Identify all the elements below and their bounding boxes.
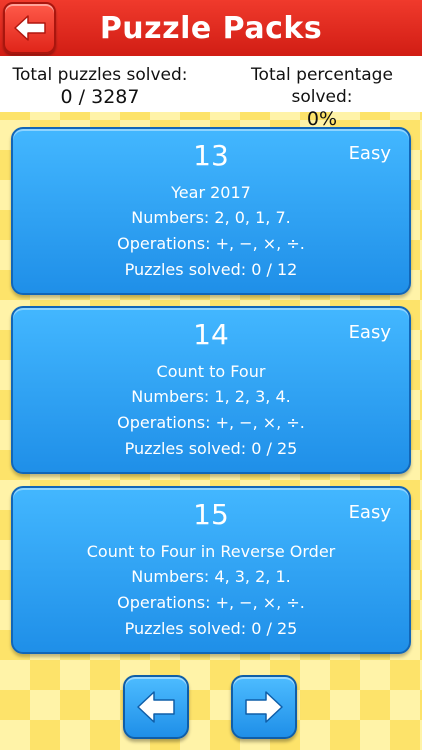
pack-difficulty: Easy: [348, 143, 391, 164]
pack-difficulty: Easy: [348, 502, 391, 523]
pack-card-14[interactable]: 14 Easy Count to Four Numbers: 1, 2, 3, …: [11, 306, 411, 474]
total-solved-value: 0 / 3287: [60, 86, 140, 108]
pack-numbers: Numbers: 2, 0, 1, 7.: [131, 208, 291, 227]
previous-page-button[interactable]: [123, 675, 189, 739]
pack-solved: Puzzles solved: 0 / 25: [124, 439, 298, 458]
total-solved-label: Total puzzles solved:: [12, 65, 188, 85]
back-button[interactable]: [3, 2, 56, 54]
pack-operations: Operations: +, −, ×, ÷.: [117, 413, 305, 432]
pack-title: Count to Four in Reverse Order: [86, 542, 336, 561]
pack-operations: Operations: +, −, ×, ÷.: [117, 593, 305, 612]
pack-card-15[interactable]: 15 Easy Count to Four in Reverse Order N…: [11, 486, 411, 654]
pack-operations: Operations: +, −, ×, ÷.: [117, 234, 305, 253]
pack-title: Count to Four: [156, 362, 266, 381]
total-percent-stat: Total percentage solved: 0%: [222, 64, 422, 130]
total-percent-label: Total percentage solved:: [251, 65, 393, 107]
page-title: Puzzle Packs: [99, 10, 323, 46]
total-solved-stat: Total puzzles solved: 0 / 3287: [0, 64, 200, 108]
pack-solved: Puzzles solved: 0 / 25: [124, 619, 298, 638]
header-bar: Puzzle Packs: [0, 0, 422, 56]
pack-numbers: Numbers: 4, 3, 2, 1.: [131, 567, 291, 586]
pack-solved: Puzzles solved: 0 / 12: [124, 260, 298, 279]
pack-title: Year 2017: [171, 183, 251, 202]
arrow-left-icon: [13, 15, 46, 41]
pack-card-13[interactable]: 13 Easy Year 2017 Numbers: 2, 0, 1, 7. O…: [11, 127, 411, 295]
pack-numbers: Numbers: 1, 2, 3, 4.: [131, 387, 291, 406]
next-page-button[interactable]: [231, 675, 297, 739]
arrow-right-icon: [245, 691, 283, 723]
arrow-left-icon: [137, 691, 175, 723]
stats-panel: Total puzzles solved: 0 / 3287 Total per…: [0, 56, 422, 130]
pack-difficulty: Easy: [348, 322, 391, 343]
